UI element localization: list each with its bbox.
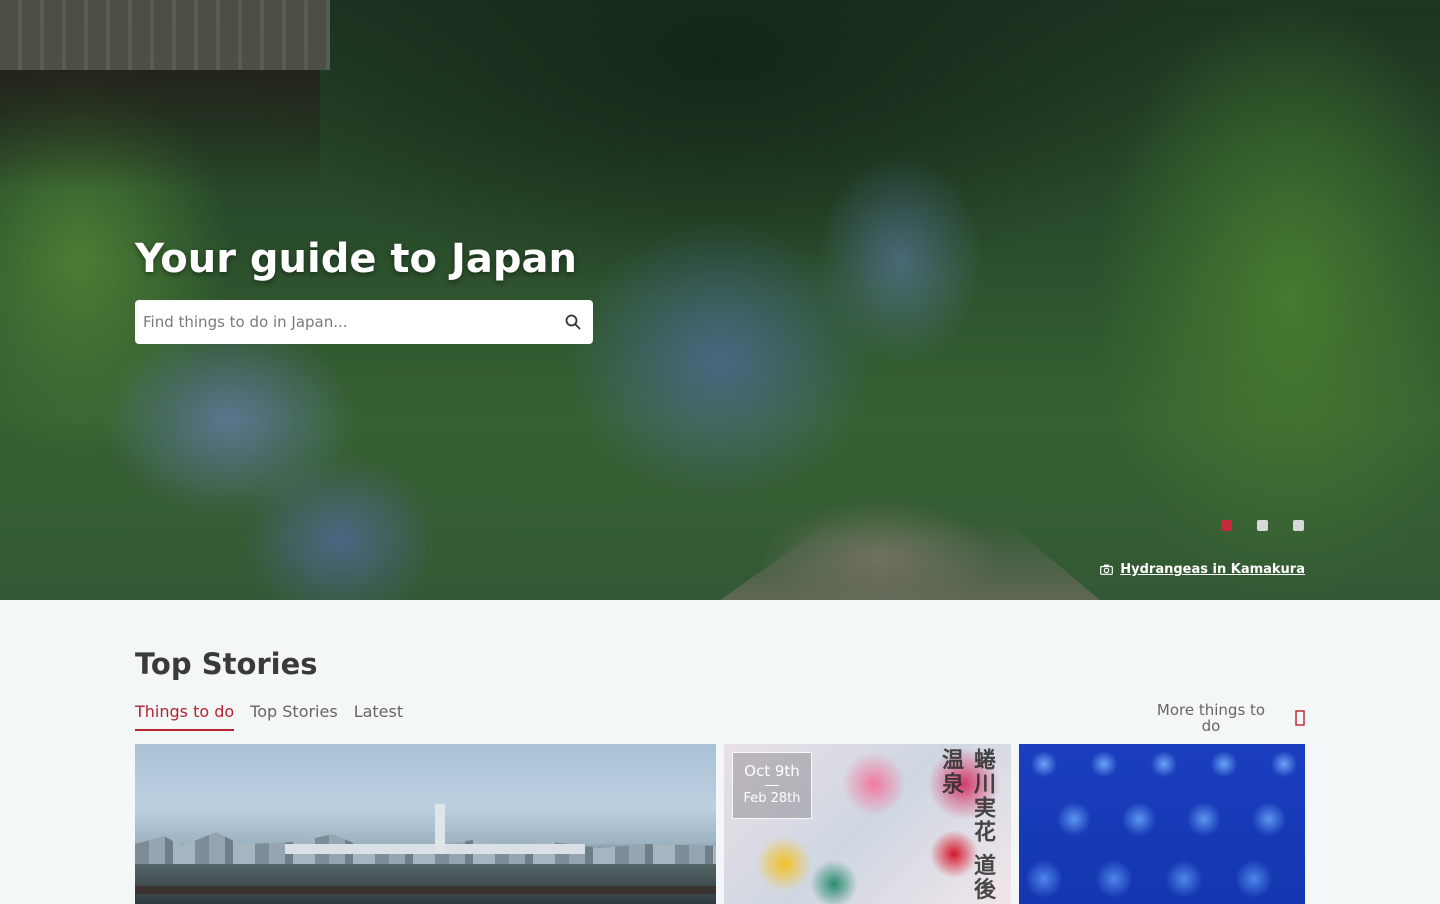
date-from: Oct 9th: [744, 762, 800, 780]
tab-latest[interactable]: Latest: [354, 702, 403, 731]
card-2-poster-text: 蜷川実花 道後温泉: [938, 748, 996, 902]
story-cards: 蜷川実花 道後温泉 Oct 9th Feb 28th: [135, 744, 1305, 904]
more-things-to-do-link[interactable]: More things to do: [1151, 702, 1305, 734]
chevron-right-icon: [1295, 710, 1305, 726]
story-card-2[interactable]: 蜷川実花 道後温泉 Oct 9th Feb 28th: [724, 744, 1011, 904]
search-icon: [565, 314, 581, 330]
section-title: Top Stories: [135, 647, 318, 681]
photo-credit-link[interactable]: Hydrangeas in Kamakura: [1120, 562, 1305, 577]
story-card-3[interactable]: [1019, 744, 1305, 904]
story-card-1[interactable]: [135, 744, 716, 904]
search-input[interactable]: [135, 300, 553, 344]
more-things-to-do-label: More things to do: [1156, 701, 1266, 735]
camera-icon: [1100, 564, 1114, 575]
story-tabs: Things to do Top Stories Latest: [135, 702, 403, 731]
tab-things-to-do[interactable]: Things to do: [135, 702, 235, 731]
carousel-dot-2[interactable]: [1257, 520, 1268, 531]
tab-top-stories[interactable]: Top Stories: [250, 702, 338, 731]
card-1-railing: [135, 886, 716, 894]
date-badge: Oct 9th Feb 28th: [732, 752, 812, 819]
hero-search-box: [135, 300, 593, 344]
date-to: Feb 28th: [743, 791, 801, 806]
hero-banner: Your guide to Japan Hydrangeas in Kamaku…: [0, 0, 1440, 600]
carousel-dots: [1221, 520, 1304, 531]
card-1-bridge-tower: [435, 804, 445, 854]
carousel-dot-1[interactable]: [1221, 520, 1232, 531]
search-button[interactable]: [553, 300, 593, 344]
carousel-dot-3[interactable]: [1293, 520, 1304, 531]
date-separator: [765, 785, 779, 786]
hero-title: Your guide to Japan: [135, 236, 577, 282]
photo-credit: Hydrangeas in Kamakura: [1100, 562, 1305, 577]
top-stories-section: Top Stories Things to do Top Stories Lat…: [135, 600, 1305, 904]
